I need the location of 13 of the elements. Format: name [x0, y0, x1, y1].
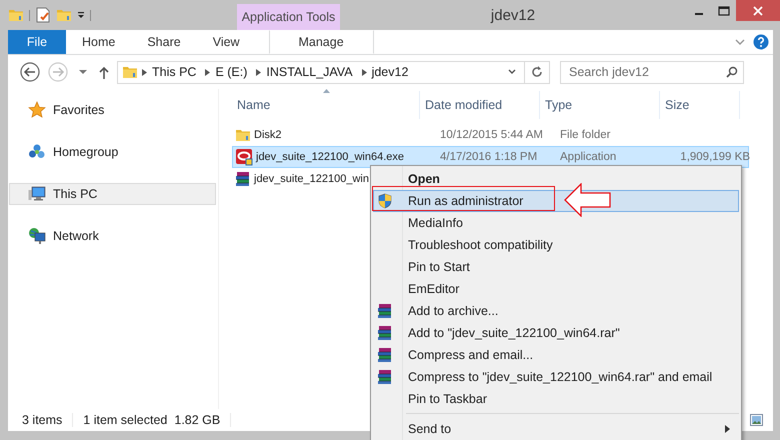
type-cell-text: File folder: [559, 129, 612, 141]
item-count: 3 items: [22, 413, 74, 427]
window-title: jdev12: [490, 6, 536, 24]
file-name: jdev_suite_122100_win: [254, 173, 369, 185]
contextual-tab-group: Application Tools: [237, 4, 340, 30]
file-name: jdev_suite_122100_win64.exe: [256, 151, 404, 163]
file-name: Disk2: [254, 129, 282, 141]
date-cell-text: 10/12/2015 5:44 AM: [439, 129, 544, 141]
selection-info: 1 item selected: [83, 413, 168, 427]
type-cell-text: Application: [559, 151, 618, 163]
date-cell-text: 4/17/2016 1:18 PM: [439, 151, 538, 163]
selection-size: 1.82 GB: [174, 413, 232, 427]
size-cell-text: 1,909,199 KB: [679, 151, 751, 163]
